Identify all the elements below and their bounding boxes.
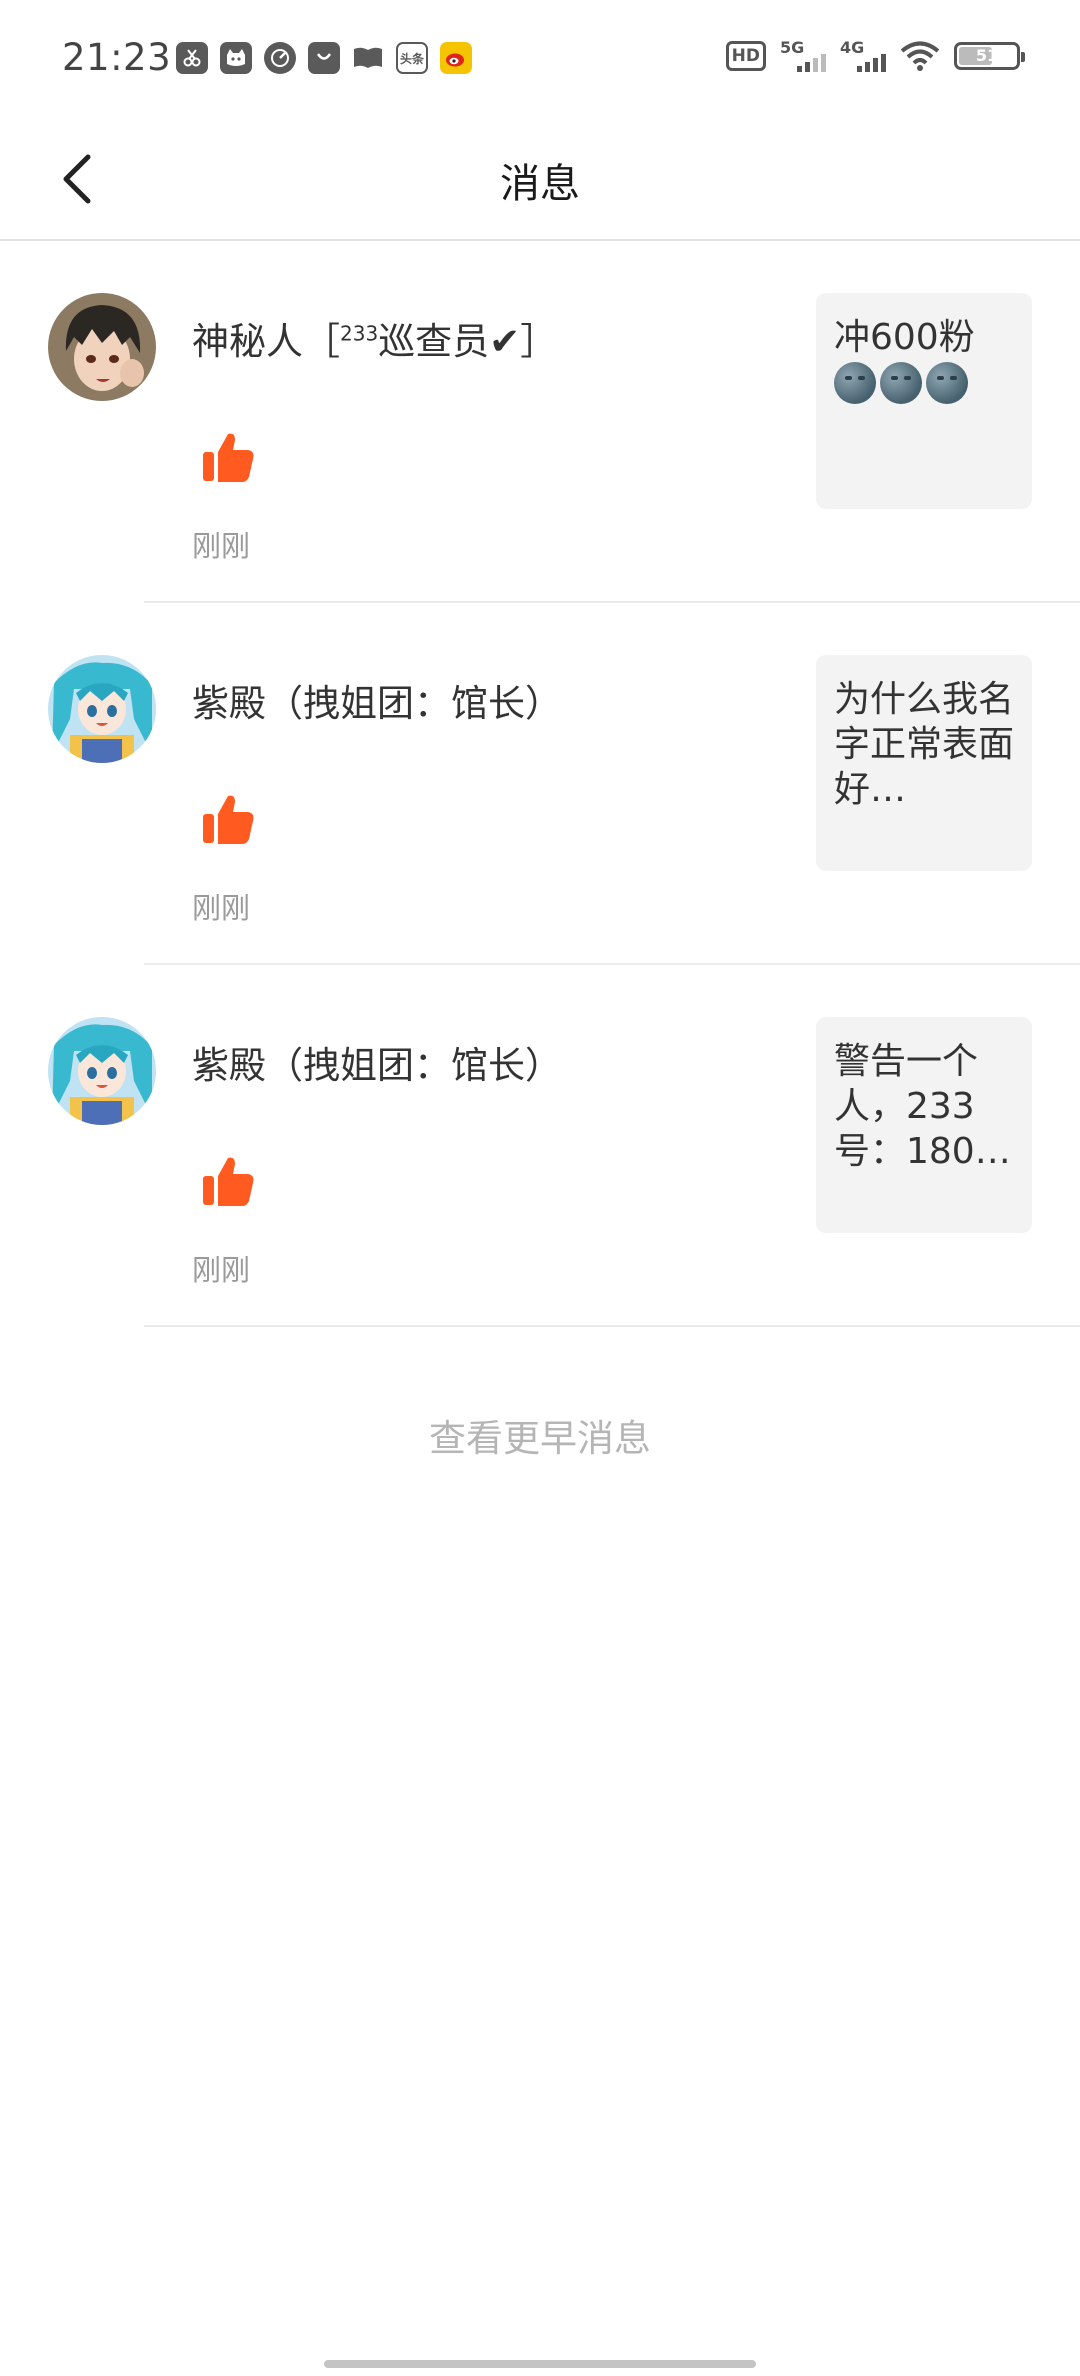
moon-face-icon [880, 362, 922, 404]
sender-name[interactable]: 紫殿（拽姐团：馆长） [192, 673, 562, 727]
emoji-row [834, 362, 1014, 404]
top-nav-bar: 消息 [0, 115, 1080, 241]
moon-face-icon [926, 362, 968, 404]
notification-icons: 头条 [176, 42, 472, 74]
page-title: 消息 [500, 161, 580, 207]
divider [144, 1325, 1080, 1327]
avatar[interactable] [48, 293, 156, 401]
shopping-bag-app-icon [308, 42, 340, 74]
battery-level: 51 [975, 46, 999, 65]
home-indicator[interactable] [324, 2360, 756, 2368]
system-icons: HD 5G 4G 51 [725, 38, 1025, 74]
sender-name[interactable]: 紫殿（拽姐团：馆长） [192, 1035, 562, 1089]
sim2-signal-icon: 4G [840, 38, 886, 74]
load-earlier-messages-button[interactable]: 查看更早消息 [0, 1408, 1080, 1462]
preview-text: 冲600粉 [834, 317, 975, 358]
preview-text: 警告一个人，233号：180… [834, 1041, 1011, 1172]
clock: 21:23 [62, 36, 172, 79]
timestamp: 刚刚 [192, 891, 251, 925]
thumbs-up-icon [203, 795, 254, 844]
toutiao-app-icon: 头条 [396, 42, 428, 74]
sim1-signal-icon: 5G [780, 38, 826, 74]
wifi-icon [900, 41, 940, 71]
thumbs-up-icon [203, 1157, 254, 1206]
timestamp: 刚刚 [192, 529, 251, 563]
avatar[interactable] [48, 655, 156, 763]
thumbs-up-icon [203, 433, 254, 482]
scissors-app-icon [176, 42, 208, 74]
status-bar: 21:23 头条 HD 5G 4G 51 [0, 0, 1080, 115]
avatar[interactable] [48, 1017, 156, 1125]
preview-text: 为什么我名字正常表面好… [834, 679, 1015, 810]
list-item[interactable]: 紫殿（拽姐团：馆长） 刚刚 警告一个人，233号：180… [0, 965, 1080, 1327]
list-item[interactable]: 紫殿（拽姐团：馆长） 刚刚 为什么我名字正常表面好… [0, 603, 1080, 965]
post-preview[interactable]: 为什么我名字正常表面好… [816, 655, 1032, 871]
cat-app-icon [220, 42, 252, 74]
battery-icon: 51 [954, 42, 1025, 70]
hd-voice-icon: HD [725, 41, 766, 71]
book-app-icon [352, 42, 384, 74]
post-preview[interactable]: 冲600粉 [816, 293, 1032, 509]
sender-name[interactable]: 神秘人［233巡查员✔］ [192, 311, 557, 365]
weibo-app-icon [440, 42, 472, 74]
timestamp: 刚刚 [192, 1253, 251, 1287]
list-item[interactable]: 神秘人［233巡查员✔］ 刚刚 冲600粉 [0, 241, 1080, 603]
speedometer-app-icon [264, 42, 296, 74]
post-preview[interactable]: 警告一个人，233号：180… [816, 1017, 1032, 1233]
moon-face-icon [834, 362, 876, 404]
